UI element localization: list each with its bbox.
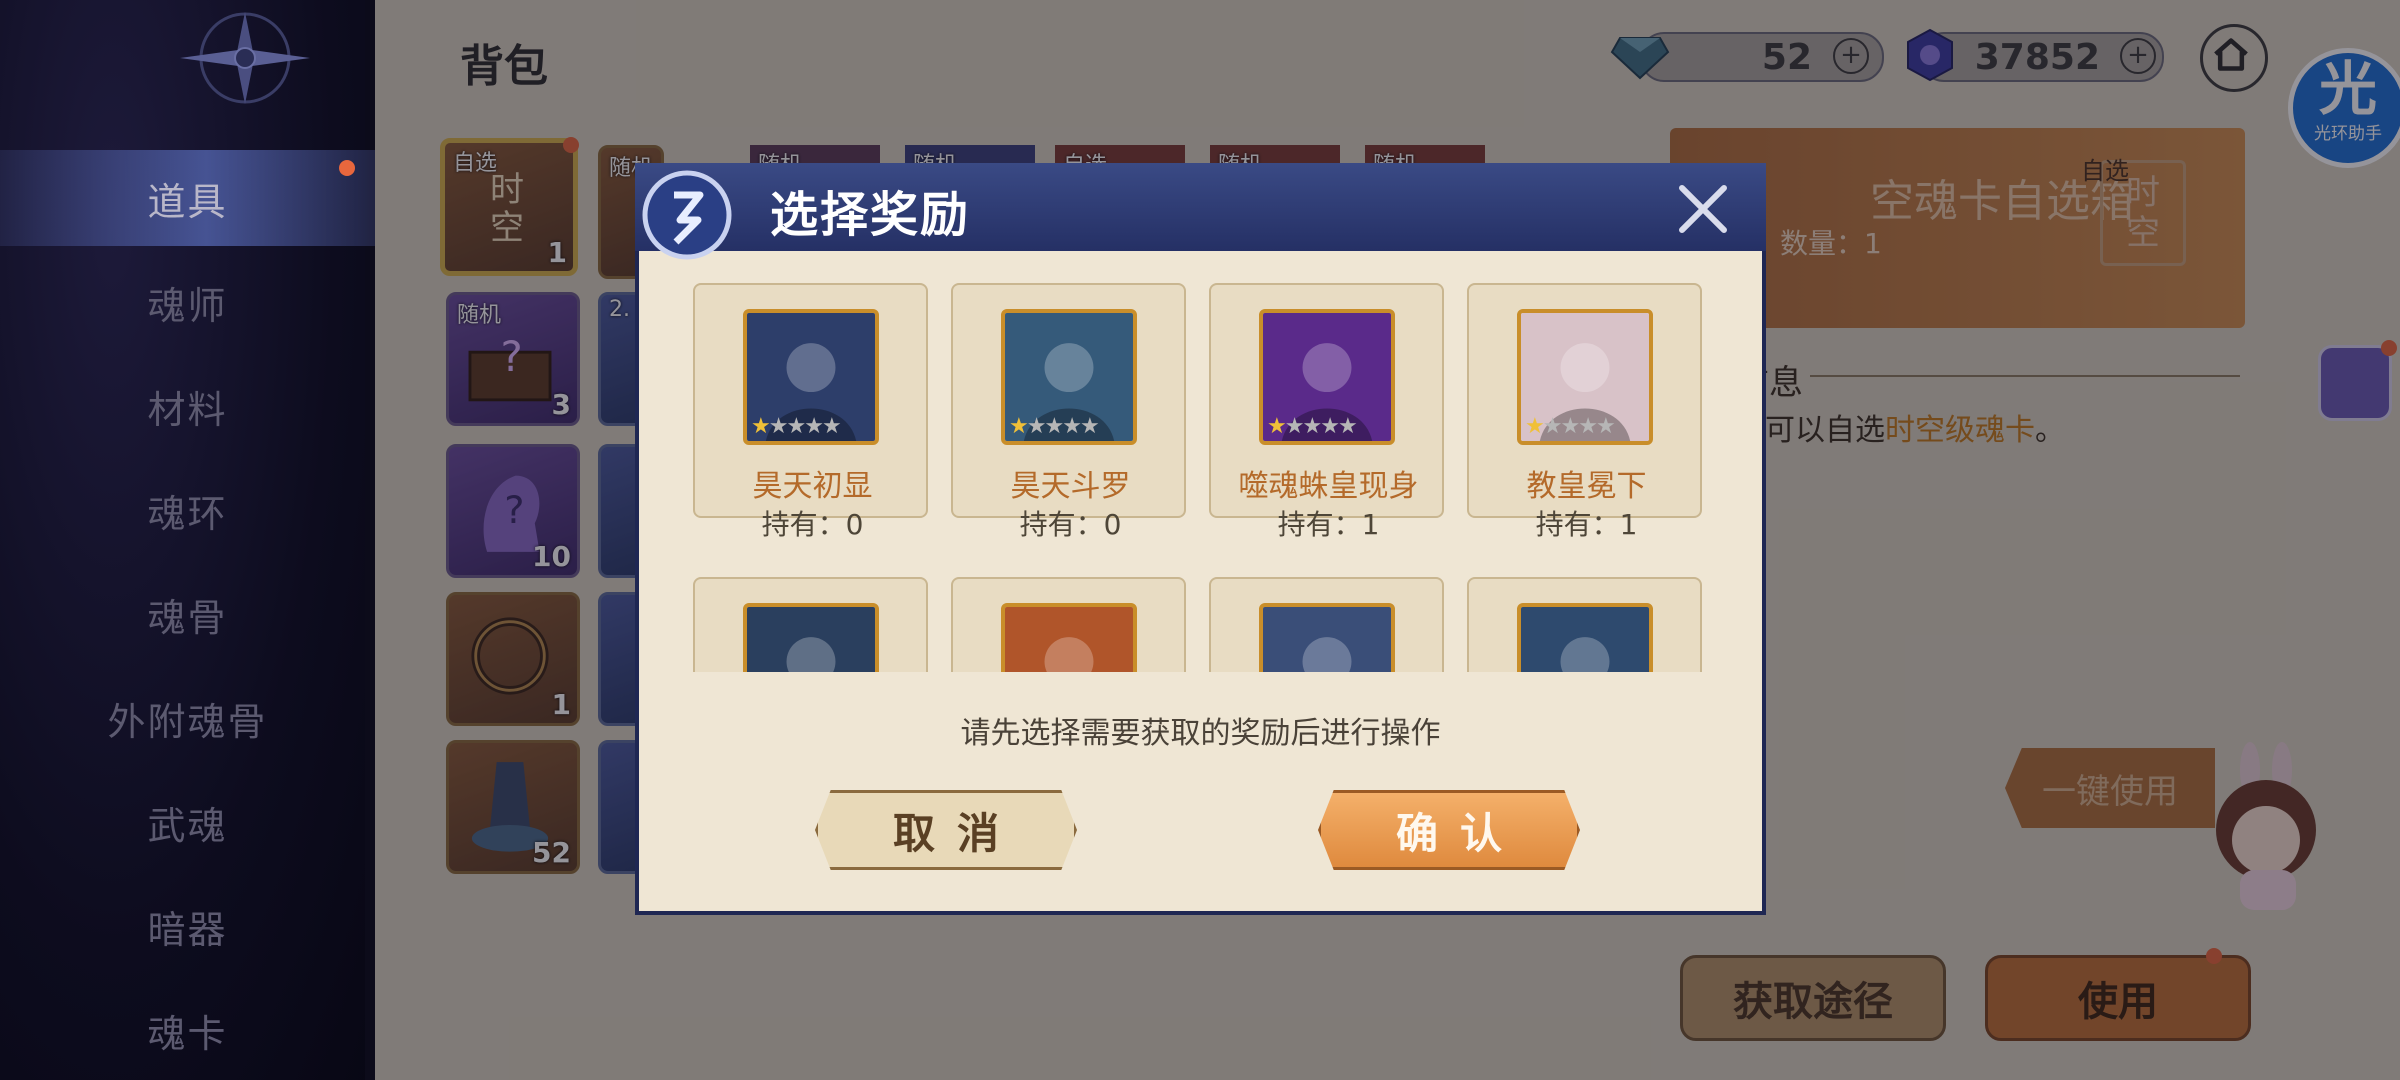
sidebar-item[interactable]: 材料 — [0, 358, 375, 454]
close-icon[interactable] — [1670, 176, 1736, 242]
star-rating: ★★★★★ — [1009, 414, 1100, 439]
sidebar-item[interactable]: 武魂 — [0, 774, 375, 870]
sidebar-item-label: 材料 — [147, 387, 228, 432]
sidebar-item[interactable]: 魂卡 — [0, 982, 375, 1078]
sidebar-notification-dot — [339, 160, 355, 176]
reward-portrait: ★★★★★ — [743, 309, 879, 445]
reward-name: 教皇冕下 — [1526, 469, 1647, 504]
reward-hold-count: 持有：0 — [1019, 508, 1122, 541]
sidebar-item[interactable]: 外附魂骨 — [0, 670, 375, 766]
reward-portrait — [1001, 603, 1137, 672]
reward-card[interactable]: ★★★★★ 教皇冕下持有：1 — [1467, 283, 1702, 541]
sidebar-item[interactable]: 道具 — [0, 150, 375, 246]
dialog-hint: 请先选择需要获取的奖励后进行操作 — [960, 716, 1441, 751]
sidebar-item-label: 外附魂骨 — [107, 699, 268, 744]
reward-card[interactable]: ★★★★★ 昊天斗罗持有：0 — [951, 283, 1186, 541]
sidebar-item[interactable]: 魂师 — [0, 254, 375, 350]
sidebar-item-label: 魂卡 — [147, 1011, 228, 1056]
sidebar-item[interactable]: 魂骨 — [0, 566, 375, 662]
reward-portrait — [1259, 603, 1395, 672]
compass-emblem-icon — [180, 12, 310, 104]
reward-card[interactable]: ★★★★★ 噬魂蛛皇现身 持有：1 — [1209, 283, 1444, 541]
sidebar-item-label: 魂骨 — [147, 595, 228, 640]
reward-card[interactable] — [693, 577, 928, 672]
reward-portrait — [743, 603, 879, 672]
confirm-button[interactable]: 确认 — [1318, 790, 1580, 870]
reward-portrait: ★★★★★ — [1259, 309, 1395, 445]
sidebar-item-label: 魂环 — [147, 491, 228, 536]
reward-card[interactable] — [951, 577, 1186, 672]
cancel-button[interactable]: 取消 — [815, 790, 1077, 870]
reward-portrait — [1517, 603, 1653, 672]
star-rating: ★★★★★ — [751, 414, 842, 439]
reward-name: 昊天初显 — [752, 469, 873, 504]
reward-card[interactable] — [1467, 577, 1702, 672]
reward-card[interactable] — [1209, 577, 1444, 672]
sidebar-item-label: 武魂 — [147, 803, 228, 848]
reward-card[interactable]: ★★★★★ 昊天初显持有：0 — [693, 283, 928, 541]
sidebar-item-label: 道具 — [147, 179, 228, 224]
reward-name: 昊天斗罗 — [1010, 469, 1131, 504]
dialog-emblem-icon — [642, 170, 732, 260]
star-rating: ★★★★★ — [1267, 414, 1358, 439]
dialog-title: 选择奖励 — [770, 187, 971, 243]
sidebar-item[interactable]: 暗器 — [0, 878, 375, 974]
star-rating: ★★★★★ — [1525, 414, 1616, 439]
reward-hold-count: 持有：1 — [1535, 508, 1638, 541]
reward-hold-count: 持有：1 — [1277, 508, 1380, 541]
reward-portrait: ★★★★★ — [1001, 309, 1137, 445]
reward-portrait: ★★★★★ — [1517, 309, 1653, 445]
reward-hold-count: 持有：0 — [761, 508, 864, 541]
sidebar-item-label: 暗器 — [147, 907, 228, 952]
reward-name: 噬魂蛛皇现身 — [1238, 469, 1419, 504]
reward-row-partial — [690, 577, 1710, 672]
sidebar-item[interactable]: 魂环 — [0, 462, 375, 558]
sidebar-item-label: 魂师 — [147, 283, 228, 328]
